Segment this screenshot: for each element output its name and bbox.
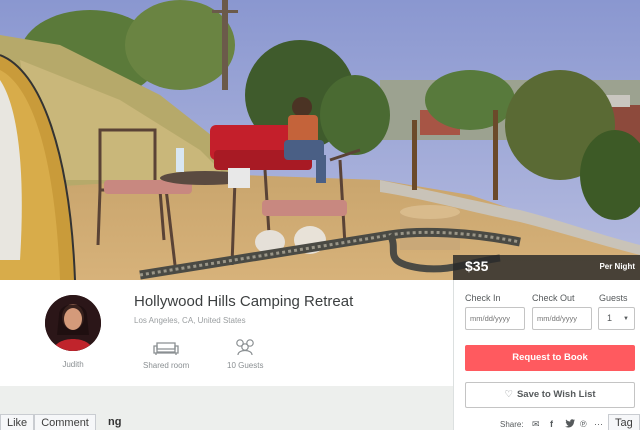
wishlist-label: Save to Wish List [516, 389, 596, 400]
like-button[interactable]: Like [0, 414, 35, 430]
host-avatar[interactable] [45, 295, 101, 351]
check-in-label: Check In [465, 293, 501, 303]
amenity-room-type: Shared room [143, 338, 189, 370]
facebook-action-bar: Like Comment [0, 414, 96, 430]
check-in-input[interactable] [465, 307, 525, 330]
comment-button[interactable]: Comment [34, 414, 96, 430]
email-icon[interactable]: ✉ [532, 419, 540, 430]
listing-title: Hollywood Hills Camping Retreat [134, 293, 354, 310]
cut-off-text: ng [108, 416, 122, 428]
price-tag: $35 Per Night [453, 255, 640, 280]
host-name[interactable]: Judith [45, 360, 101, 369]
more-icon[interactable]: ··· [594, 419, 603, 429]
guests-label: Guests [599, 293, 628, 303]
facebook-icon[interactable]: f [550, 419, 553, 429]
share-label: Share: [500, 420, 524, 429]
check-out-input[interactable] [532, 307, 592, 330]
nightly-price: $35 [465, 258, 489, 274]
tag-button[interactable]: Tag [608, 414, 640, 430]
chevron-down-icon: ▼ [623, 316, 629, 322]
sofa-icon [153, 342, 179, 355]
guests-icon [236, 339, 255, 356]
amenity-room-type-label: Shared room [143, 361, 190, 370]
check-out-label: Check Out [532, 293, 575, 303]
heart-icon: ♡ [504, 389, 513, 400]
host-photo [45, 295, 101, 351]
pinterest-icon[interactable]: ℗ [580, 419, 587, 429]
listing-location[interactable]: Los Angeles, CA, United States [134, 316, 246, 325]
amenity-guests: 10 Guests [227, 338, 263, 370]
amenity-guests-label: 10 Guests [227, 361, 264, 370]
listing-photo [0, 0, 640, 280]
guests-value: 1 [607, 313, 613, 323]
guests-select[interactable]: 1 ▼ [598, 307, 635, 330]
request-to-book-button[interactable]: Request to Book [465, 345, 635, 371]
per-night-label: Per Night [599, 262, 635, 271]
save-to-wishlist-button[interactable]: ♡ Save to Wish List [465, 382, 635, 408]
twitter-icon[interactable] [565, 419, 575, 430]
